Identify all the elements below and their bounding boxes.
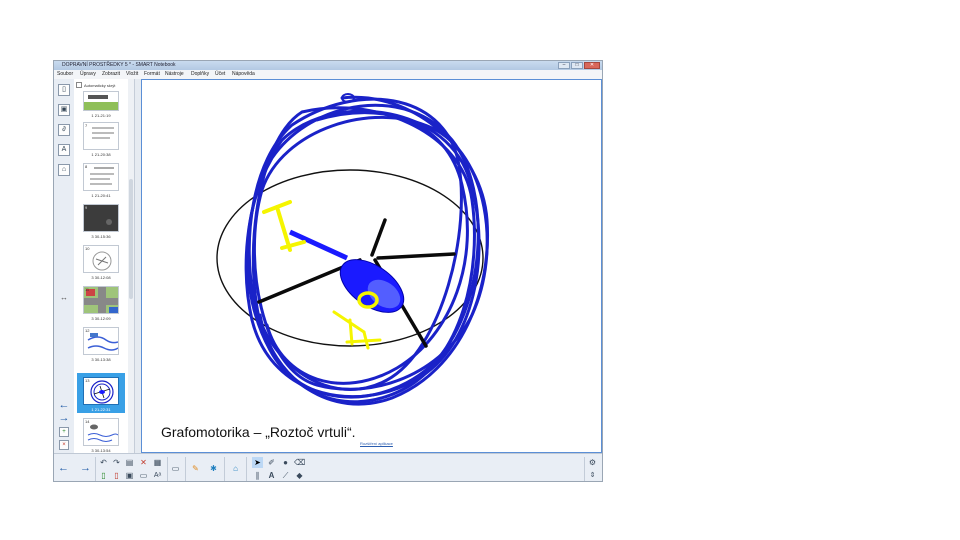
page-number: 12	[85, 328, 90, 333]
text-tool-icon[interactable]: A	[266, 470, 277, 481]
toolbar-divider	[167, 457, 168, 481]
menu-item-doplnky[interactable]: Doplňky	[191, 70, 209, 79]
maximize-button[interactable]: □	[571, 62, 583, 69]
page-number: 8	[85, 164, 88, 169]
text-size-icon[interactable]: Aᵃ	[152, 470, 163, 481]
menu-item-nastroje[interactable]: Nástroje	[165, 70, 184, 79]
page-number: 9	[85, 205, 88, 210]
autohide-label: Automaticky skrýt	[84, 82, 116, 88]
page-sorter-tab-icon[interactable]: ▯	[58, 84, 70, 96]
table-icon[interactable]: ▦	[152, 457, 163, 468]
menu-item-format[interactable]: Formát	[144, 70, 160, 79]
pen-tool-icon[interactable]: ✐	[266, 457, 277, 468]
page-thumbnail-selected[interactable]: 13	[83, 377, 119, 405]
properties-tab-icon[interactable]: A	[58, 144, 70, 156]
page-thumbnail[interactable]: 14	[83, 418, 119, 446]
lesson-activity-icon[interactable]: ✎	[190, 463, 201, 474]
page-number: 7	[85, 123, 88, 128]
helicopter-drawing	[216, 93, 490, 406]
landing-skids	[332, 310, 382, 350]
screen-shade-icon[interactable]: ▭	[138, 470, 149, 481]
attachments-tab-icon[interactable]: ∂	[58, 124, 70, 136]
page-label: 1 21-20:41	[91, 193, 111, 198]
main-toolbar: ← → ↶ ↷ ▤ ✕ ▦ ▯ ▯ ▣ ▭ Aᵃ ▭ ✎ ✱ ⌂ ➤ ✐ ● ⌫…	[54, 453, 602, 481]
toolbar-divider	[246, 457, 247, 481]
page-sorter: Automaticky skrýt 1 21-21:19 7 1 21-20:3…	[74, 79, 129, 453]
page-number: 13	[85, 378, 90, 383]
eraser-tool-icon[interactable]: ⌫	[294, 457, 305, 468]
arrow-right-icon[interactable]: →	[80, 463, 91, 474]
page-label: 3 30-12:08	[91, 275, 111, 280]
close-button[interactable]: ✕	[584, 62, 600, 69]
sorter-scrollbar[interactable]	[128, 79, 135, 453]
undo-icon[interactable]: ↶	[98, 457, 109, 468]
page-caption: Grafomotorika – „Roztoč vrtuli“.	[161, 424, 356, 440]
window-title: DOPRAVNÍ PROSTŘEDKY 5 * - SMART Notebook	[62, 62, 176, 68]
menu-item-vlozit[interactable]: Vložit	[126, 70, 138, 79]
addon-link[interactable]: Rozšíření aplikace	[360, 441, 393, 446]
toolbar-divider	[584, 457, 585, 481]
document-camera-icon[interactable]: ▭	[170, 463, 181, 474]
page-thumbnail[interactable]: 12	[83, 327, 119, 355]
page-label: 1 21-20:38	[91, 152, 111, 157]
title-bar: DOPRAVNÍ PROSTŘEDKY 5 * - SMART Notebook…	[54, 61, 602, 70]
page-thumbnail[interactable]: 8	[83, 163, 119, 191]
toolbar-position-icon[interactable]: ⇕	[587, 470, 598, 481]
addons-icon[interactable]: ⌂	[230, 463, 241, 474]
arrow-left-icon[interactable]: ←	[57, 400, 71, 411]
menu-item-ucet[interactable]: Účet	[215, 70, 225, 79]
add-page-icon[interactable]: ▯	[98, 470, 109, 481]
smart-notebook-window: DOPRAVNÍ PROSTŘEDKY 5 * - SMART Notebook…	[53, 60, 603, 482]
delete-page-icon[interactable]: ×	[59, 440, 69, 450]
toolbar-divider	[185, 457, 186, 481]
page-thumbnail[interactable]: 7	[83, 122, 119, 150]
menu-item-soubor[interactable]: Soubor	[57, 70, 73, 79]
page-label: 3 30-15:36	[91, 234, 111, 239]
gear-icon[interactable]: ⚙	[587, 457, 598, 468]
resize-icon[interactable]: ↔	[57, 293, 71, 303]
page-number: 11	[85, 287, 90, 292]
remove-page-icon[interactable]: ▯	[111, 470, 122, 481]
tail-rotor	[262, 200, 306, 252]
paste-icon[interactable]: ▤	[124, 457, 135, 468]
menu-item-napoveda[interactable]: Nápověda	[232, 70, 255, 79]
page-label: 1 21-22:31	[91, 407, 111, 412]
add-page-icon[interactable]: +	[59, 427, 69, 437]
gallery-tab-icon[interactable]: ▣	[58, 104, 70, 116]
response-icon[interactable]: ✱	[208, 463, 219, 474]
autohide-option[interactable]: Automaticky skrýt	[76, 82, 115, 88]
page-canvas[interactable]: Grafomotorika – „Roztoč vrtuli“. Rozšíře…	[141, 79, 602, 453]
minimize-button[interactable]: –	[558, 62, 570, 69]
arrow-right-icon[interactable]: →	[57, 413, 71, 424]
toolbar-divider	[95, 457, 96, 481]
side-tab-bar: ▯ ▣ ∂ A ⌂ ↔ ← → + ×	[54, 79, 75, 453]
save-icon[interactable]: ▣	[124, 470, 135, 481]
page-thumbnail[interactable]	[83, 91, 119, 111]
addons-tab-icon[interactable]: ⌂	[58, 164, 70, 176]
autohide-checkbox[interactable]	[76, 82, 82, 88]
page-label: 3 30-12:09	[91, 316, 111, 321]
page-thumbnail[interactable]: 10	[83, 245, 119, 273]
fill-tool-icon[interactable]: ●	[280, 457, 291, 468]
toolbar-divider	[224, 457, 225, 481]
scrollbar-thumb[interactable]	[129, 179, 133, 299]
delete-icon[interactable]: ✕	[138, 457, 149, 468]
magic-pen-icon[interactable]: ◆	[294, 470, 305, 481]
menu-item-upravy[interactable]: Úpravy	[80, 70, 96, 79]
redo-icon[interactable]: ↷	[111, 457, 122, 468]
select-tool-icon[interactable]: ➤	[252, 457, 263, 468]
page-number: 14	[85, 419, 90, 424]
page-label: 3 30-13:38	[91, 357, 111, 362]
line-tool-icon[interactable]: ⟋	[280, 470, 291, 481]
page-thumbnail[interactable]: 11	[83, 286, 119, 314]
pen-scribble	[244, 95, 490, 406]
page-label: 1 21-21:19	[91, 113, 111, 118]
highlighter-icon[interactable]: ∥	[252, 470, 263, 481]
page-thumbnail[interactable]: 9	[83, 204, 119, 232]
menu-item-zobrazit[interactable]: Zobrazit	[102, 70, 120, 79]
arrow-left-icon[interactable]: ←	[58, 463, 69, 474]
page-number: 10	[85, 246, 90, 251]
